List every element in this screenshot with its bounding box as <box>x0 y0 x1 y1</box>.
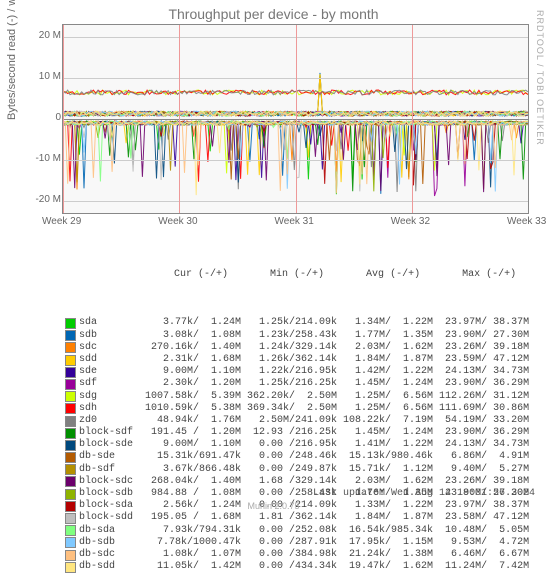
legend-swatch <box>65 416 76 427</box>
legend-swatch <box>65 525 76 536</box>
legend-row: sde 9.00M/ 1.10M 1.22k/216.95k 1.42M/ 1.… <box>65 366 529 378</box>
legend-row: zd0 48.94k/ 1.76M 2.50M/241.09k 108.22k/… <box>65 415 529 427</box>
last-update: Last update: Wed Aug 14 18:01:56 2024 <box>313 488 535 499</box>
legend-swatch <box>65 391 76 402</box>
legend-row: sdc 270.16k/ 1.40M 1.24k/329.14k 2.03M/ … <box>65 342 529 354</box>
legend-row: block-sde 9.00M/ 1.10M 0.00 /216.95k 1.4… <box>65 439 529 451</box>
legend-row: block-sdf 191.45 / 1.20M 12.93 /216.25k … <box>65 427 529 439</box>
legend-text: block-sdc 268.04k/ 1.40M 1.68 /329.14k 2… <box>79 476 529 488</box>
legend-header: Cur (-/+) Min (-/+) Avg (-/+) Max (-/+) <box>65 256 529 293</box>
ytick-label: 0 <box>11 112 61 123</box>
legend-text: db-sda 7.93k/794.31k 0.00 /252.08k 16.54… <box>79 525 529 537</box>
legend-row: db-sdc 1.08k/ 1.07M 0.00 /384.98k 21.24k… <box>65 549 529 561</box>
xtick-label: Week 33 <box>507 216 546 227</box>
legend-swatch <box>65 342 76 353</box>
legend-row: sdb 3.08k/ 1.08M 1.23k/258.43k 1.77M/ 1.… <box>65 330 529 342</box>
y-axis-label: Bytes/second read (-) / write (+) <box>6 0 18 120</box>
legend-row: sdd 2.31k/ 1.68M 1.26k/362.14k 1.84M/ 1.… <box>65 354 529 366</box>
ytick-label: -10 M <box>11 153 61 164</box>
legend-swatch <box>65 550 76 561</box>
legend-swatch <box>65 379 76 390</box>
legend-row: db-sde 15.31k/691.47k 0.00 /248.46k 15.1… <box>65 451 529 463</box>
legend-text: sdh 1010.59k/ 5.38M 369.34k/ 2.50M 1.25M… <box>79 403 529 415</box>
legend-text: sdg 1007.58k/ 5.39M 362.20k/ 2.50M 1.25M… <box>79 391 529 403</box>
legend-swatch <box>65 403 76 414</box>
legend-text: db-sde 15.31k/691.47k 0.00 /248.46k 15.1… <box>79 451 529 463</box>
legend-swatch <box>65 367 76 378</box>
legend-row: sdf 2.30k/ 1.20M 1.25k/216.25k 1.45M/ 1.… <box>65 378 529 390</box>
legend-text: sda 3.77k/ 1.24M 1.25k/214.09k 1.34M/ 1.… <box>79 317 529 329</box>
ytick-label: 20 M <box>11 30 61 41</box>
legend-text: block-sdf 191.45 / 1.20M 12.93 /216.25k … <box>79 427 529 439</box>
plot-area <box>62 24 529 214</box>
legend-text: sdb 3.08k/ 1.08M 1.23k/258.43k 1.77M/ 1.… <box>79 330 529 342</box>
legend-swatch <box>65 452 76 463</box>
legend-swatch <box>65 355 76 366</box>
legend-swatch <box>65 489 76 500</box>
legend-swatch <box>65 537 76 548</box>
legend-row: sdh 1010.59k/ 5.38M 369.34k/ 2.50M 1.25M… <box>65 403 529 415</box>
legend-swatch <box>65 428 76 439</box>
legend-row: db-sda 7.93k/794.31k 0.00 /252.08k 16.54… <box>65 525 529 537</box>
footer-version: Munin 2.0.75 <box>0 501 547 511</box>
legend-text: block-sdd 195.05 / 1.68M 1.81 /362.14k 1… <box>79 512 529 524</box>
legend-row: db-sdd 11.05k/ 1.42M 0.00 /434.34k 19.47… <box>65 561 529 573</box>
xtick-label: Week 32 <box>391 216 430 227</box>
xtick-label: Week 30 <box>158 216 197 227</box>
ytick-label: -20 M <box>11 194 61 205</box>
xtick-label: Week 29 <box>42 216 81 227</box>
legend-row: sdg 1007.58k/ 5.39M 362.20k/ 2.50M 1.25M… <box>65 391 529 403</box>
legend-table: Cur (-/+) Min (-/+) Avg (-/+) Max (-/+) … <box>65 232 529 586</box>
legend-swatch <box>65 464 76 475</box>
legend-swatch <box>65 440 76 451</box>
legend-row: db-sdf 3.67k/866.48k 0.00 /249.87k 15.71… <box>65 464 529 476</box>
legend-swatch <box>65 476 76 487</box>
legend-row: sda 3.77k/ 1.24M 1.25k/214.09k 1.34M/ 1.… <box>65 317 529 329</box>
chart-title: Throughput per device - by month <box>0 0 547 22</box>
legend-text: db-sdd 11.05k/ 1.42M 0.00 /434.34k 19.47… <box>79 561 529 573</box>
legend-text: zd0 48.94k/ 1.76M 2.50M/241.09k 108.22k/… <box>79 415 529 427</box>
ytick-label: 10 M <box>11 71 61 82</box>
legend-swatch <box>65 318 76 329</box>
legend-text: sdf 2.30k/ 1.20M 1.25k/216.25k 1.45M/ 1.… <box>79 378 529 390</box>
legend-swatch <box>65 562 76 573</box>
xtick-label: Week 31 <box>275 216 314 227</box>
legend-row: block-sdd 195.05 / 1.68M 1.81 /362.14k 1… <box>65 512 529 524</box>
legend-row: block-sdc 268.04k/ 1.40M 1.68 /329.14k 2… <box>65 476 529 488</box>
legend-swatch <box>65 330 76 341</box>
legend-text: block-sde 9.00M/ 1.10M 0.00 /216.95k 1.4… <box>79 439 529 451</box>
legend-text: db-sdc 1.08k/ 1.07M 0.00 /384.98k 21.24k… <box>79 549 529 561</box>
legend-text: db-sdb 7.78k/1000.47k 0.00 /287.91k 17.9… <box>79 537 529 549</box>
watermark: RRDTOOL / TOBI OETIKER <box>535 10 545 146</box>
legend-text: sdd 2.31k/ 1.68M 1.26k/362.14k 1.84M/ 1.… <box>79 354 529 366</box>
legend-text: sde 9.00M/ 1.10M 1.22k/216.95k 1.42M/ 1.… <box>79 366 529 378</box>
legend-text: sdc 270.16k/ 1.40M 1.24k/329.14k 2.03M/ … <box>79 342 529 354</box>
legend-text: db-sdf 3.67k/866.48k 0.00 /249.87k 15.71… <box>79 464 529 476</box>
legend-row: db-sdb 7.78k/1000.47k 0.00 /287.91k 17.9… <box>65 537 529 549</box>
